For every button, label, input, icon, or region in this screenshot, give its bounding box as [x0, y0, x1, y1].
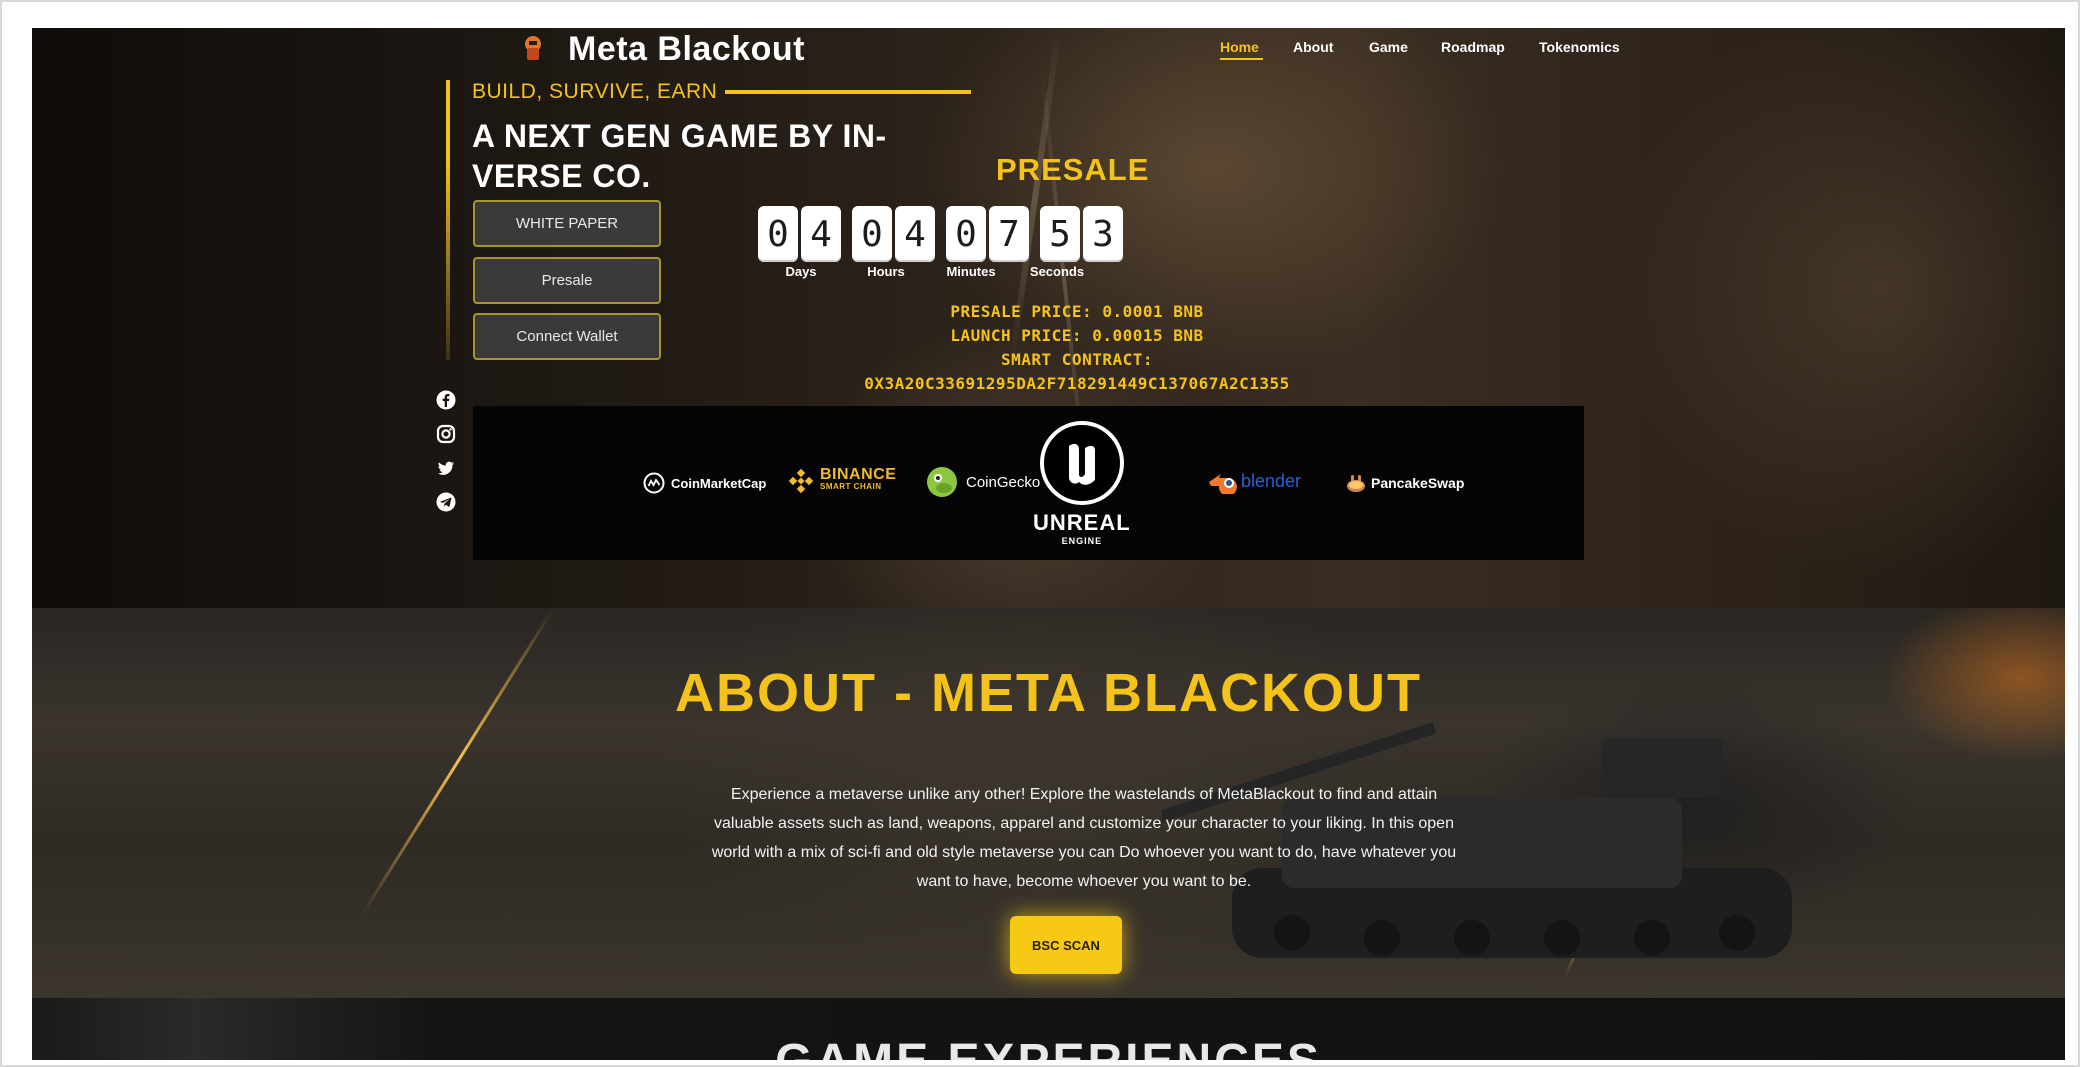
bsc-scan-button[interactable]: BSC SCAN	[1010, 916, 1122, 974]
countdown-digit: 5	[1040, 206, 1080, 262]
partner-unreal-engine[interactable]: UNREAL ENGINE	[1033, 420, 1131, 546]
tagline-text: BUILD, SURVIVE, EARN	[472, 80, 718, 103]
screenshot-frame: Meta Blackout Home About Game Roadmap To…	[0, 0, 2080, 1067]
minutes-label: Minutes	[946, 264, 996, 279]
blender-icon	[1209, 474, 1237, 494]
game-experiences-title: GAME EXPERIENCES	[32, 1034, 2065, 1060]
presale-title: PRESALE	[996, 152, 1150, 187]
countdown-digit: 0	[758, 206, 798, 262]
light-beam	[361, 608, 555, 915]
unreal-engine-icon	[1039, 421, 1124, 505]
binance-label: BINANCE	[820, 466, 897, 483]
coinmarketcap-icon	[643, 472, 665, 494]
tagline: BUILD, SURVIVE, EARN	[472, 80, 972, 104]
connect-wallet-button[interactable]: Connect Wallet	[473, 313, 661, 360]
partner-blender[interactable]: blender	[1207, 468, 1301, 494]
countdown-digit: 0	[852, 206, 892, 262]
nav-about[interactable]: About	[1293, 34, 1339, 60]
main-nav: Home About Game Roadmap Tokenomics	[1220, 34, 1623, 60]
launch-price: LAUNCH PRICE: 0.00015 BNB	[950, 326, 1204, 345]
site-logo[interactable]: Meta Blackout	[518, 30, 805, 68]
unreal-label: UNREAL	[1033, 510, 1131, 535]
accent-bar	[446, 80, 450, 360]
countdown-digit: 4	[801, 206, 841, 262]
browser-viewport: Meta Blackout Home About Game Roadmap To…	[32, 28, 2065, 1060]
countdown-digit: 7	[989, 206, 1029, 262]
binance-icon	[788, 468, 814, 494]
contract-address[interactable]: 0X3A20C33691295DA2F718291449C137067A2C13…	[802, 372, 1352, 396]
game-experiences-section: GAME EXPERIENCES	[32, 998, 2065, 1060]
twitter-icon[interactable]	[436, 458, 456, 478]
nav-game[interactable]: Game	[1369, 34, 1411, 60]
coinmarketcap-label: CoinMarketCap	[671, 475, 767, 491]
countdown-digit: 4	[895, 206, 935, 262]
blender-label: blender	[1241, 470, 1302, 491]
price-info: PRESALE PRICE: 0.0001 BNB LAUNCH PRICE: …	[802, 300, 1352, 396]
presale-price: PRESALE PRICE: 0.0001 BNB	[950, 302, 1204, 321]
days-label: Days	[785, 264, 817, 279]
partner-coinmarketcap[interactable]: CoinMarketCap	[643, 472, 766, 494]
white-paper-button[interactable]: WHITE PAPER	[473, 200, 661, 247]
nav-tokenomics[interactable]: Tokenomics	[1539, 34, 1623, 60]
partners-bar: CoinMarketCap BINANCE SMART CHAIN CoinGe…	[473, 406, 1584, 560]
hours-label: Hours	[867, 264, 905, 279]
partner-coingecko[interactable]: CoinGecko	[926, 466, 1040, 498]
binance-sublabel: SMART CHAIN	[820, 482, 882, 491]
unreal-sublabel: ENGINE	[1061, 536, 1103, 546]
tagline-divider	[725, 90, 972, 94]
about-title: ABOUT - META BLACKOUT	[675, 663, 1422, 723]
logo-icon	[525, 36, 541, 60]
partner-pancakeswap[interactable]: PancakeSwap	[1345, 472, 1464, 494]
pancakeswap-icon	[1347, 475, 1365, 492]
countdown-digit: 3	[1083, 206, 1123, 262]
about-section: ABOUT - META BLACKOUT Experience a metav…	[32, 608, 2065, 998]
coingecko-icon	[927, 467, 957, 497]
countdown-timer: 0 4 0 4 0 7 5 3	[758, 206, 1123, 262]
logo-text: Meta Blackout	[568, 29, 805, 68]
facebook-icon[interactable]	[436, 390, 456, 410]
hero-headline: A NEXT GEN GAME BY IN-VERSE CO.	[472, 118, 887, 194]
coingecko-label: CoinGecko	[966, 473, 1041, 491]
presale-button[interactable]: Presale	[473, 257, 661, 304]
seconds-label: Seconds	[1029, 264, 1085, 279]
contract-label: SMART CONTRACT:	[1001, 350, 1153, 369]
social-links	[436, 390, 456, 512]
instagram-icon[interactable]	[436, 424, 456, 444]
about-description: Experience a metaverse unlike any other!…	[711, 786, 1457, 890]
nav-roadmap[interactable]: Roadmap	[1441, 34, 1509, 60]
countdown-labels: Days Hours Minutes Seconds	[758, 264, 1098, 280]
hero-section: Meta Blackout Home About Game Roadmap To…	[32, 28, 2065, 608]
partner-binance[interactable]: BINANCE SMART CHAIN	[788, 466, 897, 494]
pancakeswap-label: PancakeSwap	[1371, 475, 1465, 491]
nav-home[interactable]: Home	[1220, 34, 1263, 60]
telegram-icon[interactable]	[436, 492, 456, 512]
countdown-digit: 0	[946, 206, 986, 262]
